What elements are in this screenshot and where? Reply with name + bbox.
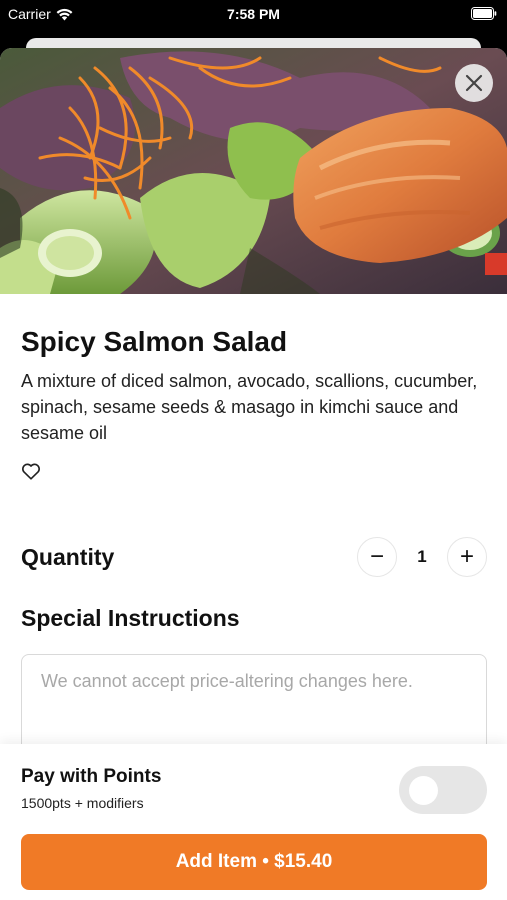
add-item-button[interactable]: Add Item • $15.40 <box>21 834 487 890</box>
item-title: Spicy Salmon Salad <box>21 326 288 357</box>
pay-with-points-label: Pay with Points <box>21 766 162 787</box>
heart-outline-icon <box>22 463 40 480</box>
close-icon <box>465 74 483 92</box>
increment-button[interactable]: + <box>447 537 487 577</box>
status-time: 7:58 PM <box>227 6 280 22</box>
quantity-label: Quantity <box>21 544 115 570</box>
quantity-value: 1 <box>417 547 427 566</box>
decrement-button[interactable]: − <box>357 537 397 577</box>
status-bar: Carrier 7:58 PM <box>0 0 507 30</box>
toggle-knob <box>409 776 438 805</box>
favorite-button[interactable] <box>20 460 42 482</box>
quantity-stepper: − 1 + <box>357 536 487 578</box>
battery-icon <box>471 7 497 20</box>
item-description: A mixture of diced salmon, avocado, scal… <box>21 371 478 443</box>
checkout-panel: Pay with Points 1500pts + modifiers Add … <box>0 744 507 900</box>
close-button[interactable] <box>455 64 493 102</box>
item-detail-sheet: Spicy Salmon Salad A mixture of diced sa… <box>0 48 507 900</box>
item-photo <box>0 48 507 294</box>
special-instructions-label: Special Instructions <box>21 605 240 631</box>
pay-with-points-toggle[interactable] <box>399 766 487 814</box>
points-cost: 1500pts + modifiers <box>21 795 144 811</box>
